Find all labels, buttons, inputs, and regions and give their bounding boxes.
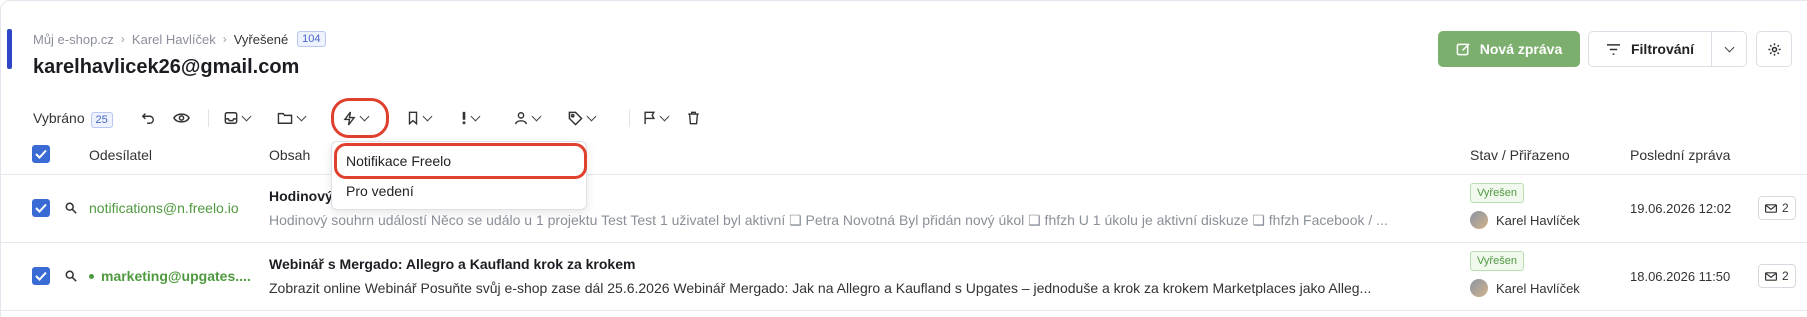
inbox-button[interactable] [224,105,252,131]
status-badge: Vyřešen [1470,183,1524,203]
page-title: karelhavlicek26@gmail.com [33,56,300,78]
breadcrumb: Můj e-shop.cz › Karel Havlíček › Vyřešen… [33,31,326,47]
bookmark-icon [408,111,418,125]
new-message-label: Nová zpráva [1479,41,1563,57]
menu-item-for-management[interactable]: Pro vedení [346,183,414,199]
chevron-down-icon [470,111,481,121]
breadcrumb-item-user[interactable]: Karel Havlíček [132,32,216,47]
last-message-date: 19.06.2026 12:02 [1630,201,1732,216]
column-header-sender[interactable]: Odesílatel [89,147,152,163]
gear-icon [1767,42,1781,56]
unread-dot-icon [89,274,94,279]
checkmark-icon [35,149,47,159]
message-preview: Zobrazit online Webinář Posuňte svůj e-s… [269,280,1372,296]
message-subject: Webinář s Mergado: Allegro a Kaufland kr… [269,256,636,272]
highlight-ring-menu-item [334,143,587,179]
chevron-down-icon [241,111,252,121]
inbox-icon [224,112,238,124]
assignee: Karel Havlíček [1470,211,1580,229]
status-badge: Vyřešen [1470,251,1524,271]
sender-email: marketing@upgates.... [101,268,251,284]
message-count-badge: 2 [1758,196,1796,220]
table-row[interactable]: notifications@n.freelo.io Hodinový Hodin… [1,175,1807,243]
exclamation-icon [462,111,466,125]
breadcrumb-item-current: Vyřešené [233,31,289,47]
bookmark-button[interactable] [407,105,433,131]
undo-button[interactable] [141,105,155,131]
column-header-content[interactable]: Obsah [269,147,310,163]
message-preview: Hodinový souhrn událostí Něco se událo u… [269,212,1388,228]
row-checkbox[interactable] [32,267,50,285]
tag-button[interactable] [568,105,597,131]
table-header: Odesílatel Obsah Stav / Přiřazeno Posled… [1,141,1807,175]
filter-label: Filtrování [1630,41,1694,57]
delete-button[interactable] [687,105,700,131]
avatar [1470,211,1488,229]
checkmark-icon [35,203,47,213]
chevron-right-icon: › [222,32,227,46]
table-row[interactable]: marketing@upgates.... Webinář s Mergado:… [1,243,1807,311]
search-icon[interactable] [65,270,77,282]
sender-email: notifications@n.freelo.io [89,200,239,216]
chevron-down-icon [1724,42,1734,52]
column-header-last-message[interactable]: Poslední zpráva [1630,147,1730,163]
mark-read-button[interactable] [173,105,190,131]
chevron-down-icon [296,111,307,121]
flag-button[interactable] [643,105,670,131]
avatar [1470,279,1488,297]
assignee-name: Karel Havlíček [1496,280,1580,296]
resolved-count-badge: 104 [297,31,326,47]
row-checkbox[interactable] [32,199,50,217]
chevron-down-icon [422,111,433,121]
undo-icon [141,113,154,124]
settings-button[interactable] [1756,31,1792,67]
assignee-name: Karel Havlíček [1496,212,1580,228]
priority-button[interactable] [461,105,481,131]
new-message-button[interactable]: Nová zpráva [1438,31,1580,67]
select-all-checkbox[interactable] [32,145,50,163]
search-icon[interactable] [65,202,77,214]
breadcrumb-item-shop[interactable]: Můj e-shop.cz [33,32,114,47]
section-accent-bar [7,29,12,69]
chevron-down-icon [586,111,597,121]
tag-icon [568,111,583,126]
selected-label: Vybráno [33,110,85,126]
message-count-badge: 2 [1758,264,1796,288]
flag-icon [644,111,656,125]
user-icon [515,112,527,125]
message-count: 2 [1782,201,1789,215]
toolbar-divider [629,109,630,127]
mail-icon [1765,203,1777,213]
chevron-right-icon: › [120,32,125,46]
trash-icon [688,111,699,125]
eye-icon [173,113,190,123]
column-header-status[interactable]: Stav / Přiřazeno [1470,147,1570,163]
folder-icon [277,112,293,124]
mail-icon [1765,271,1777,281]
filter-button[interactable]: Filtrování [1588,31,1712,67]
move-to-folder-button[interactable] [277,105,307,131]
edit-icon [1456,42,1470,55]
selected-info: Vybráno 25 [33,110,113,128]
message-count: 2 [1782,269,1789,283]
checkmark-icon [35,271,47,281]
filter-icon [1606,43,1620,55]
filter-dropdown-button[interactable] [1711,31,1747,67]
selected-count-badge: 25 [90,112,113,128]
highlight-ring-automation [331,98,389,138]
last-message-date: 18.06.2026 11:50 [1630,269,1731,284]
main-panel: Můj e-shop.cz › Karel Havlíček › Vyřešen… [0,0,1807,317]
toolbar-divider [208,109,209,127]
chevron-down-icon [531,111,542,121]
assignee: Karel Havlíček [1470,279,1580,297]
assign-user-button[interactable] [514,105,542,131]
chevron-down-icon [659,111,670,121]
